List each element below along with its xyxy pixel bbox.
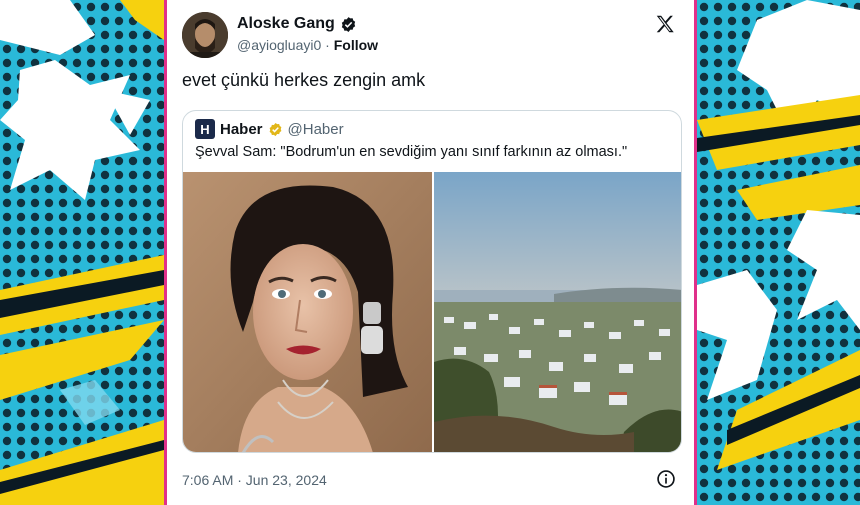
- quoted-photo-landscape[interactable]: [434, 172, 681, 452]
- author-handle-row: @ayiogluayi0 · Follow: [237, 37, 378, 53]
- quoted-photo-portrait[interactable]: [183, 172, 432, 452]
- tweet-text: evet çünkü herkes zengin amk: [182, 70, 426, 90]
- quoted-avatar-logo: H: [195, 119, 215, 139]
- quoted-tweet[interactable]: H Haber @Haber Şevval Sam: "Bodrum'un en…: [182, 110, 682, 453]
- separator-dot: ·: [325, 37, 330, 53]
- tweet-card: Aloske Gang @ayiogluayi0 · Follow evet ç…: [164, 0, 697, 505]
- quoted-text: Şevval Sam: "Bodrum'un en sevdiğim yanı …: [195, 144, 628, 160]
- author-name-row: Aloske Gang: [237, 15, 357, 33]
- avatar[interactable]: [182, 12, 228, 58]
- author-handle[interactable]: @ayiogluayi0: [237, 37, 321, 53]
- gold-verified-badge-icon: [268, 122, 283, 137]
- follow-button[interactable]: Follow: [334, 37, 378, 53]
- info-icon[interactable]: [656, 469, 676, 489]
- verified-badge-icon: [340, 16, 357, 33]
- x-logo-icon[interactable]: [654, 13, 676, 35]
- left-comic-background: [0, 0, 164, 505]
- tweet-timestamp[interactable]: 7:06 AM · Jun 23, 2024: [182, 472, 327, 488]
- right-comic-background: [697, 0, 860, 505]
- quoted-handle: @Haber: [287, 120, 344, 138]
- quoted-author-row: H Haber @Haber: [195, 119, 344, 139]
- quoted-display-name: Haber: [220, 120, 263, 138]
- author-display-name[interactable]: Aloske Gang: [237, 15, 335, 33]
